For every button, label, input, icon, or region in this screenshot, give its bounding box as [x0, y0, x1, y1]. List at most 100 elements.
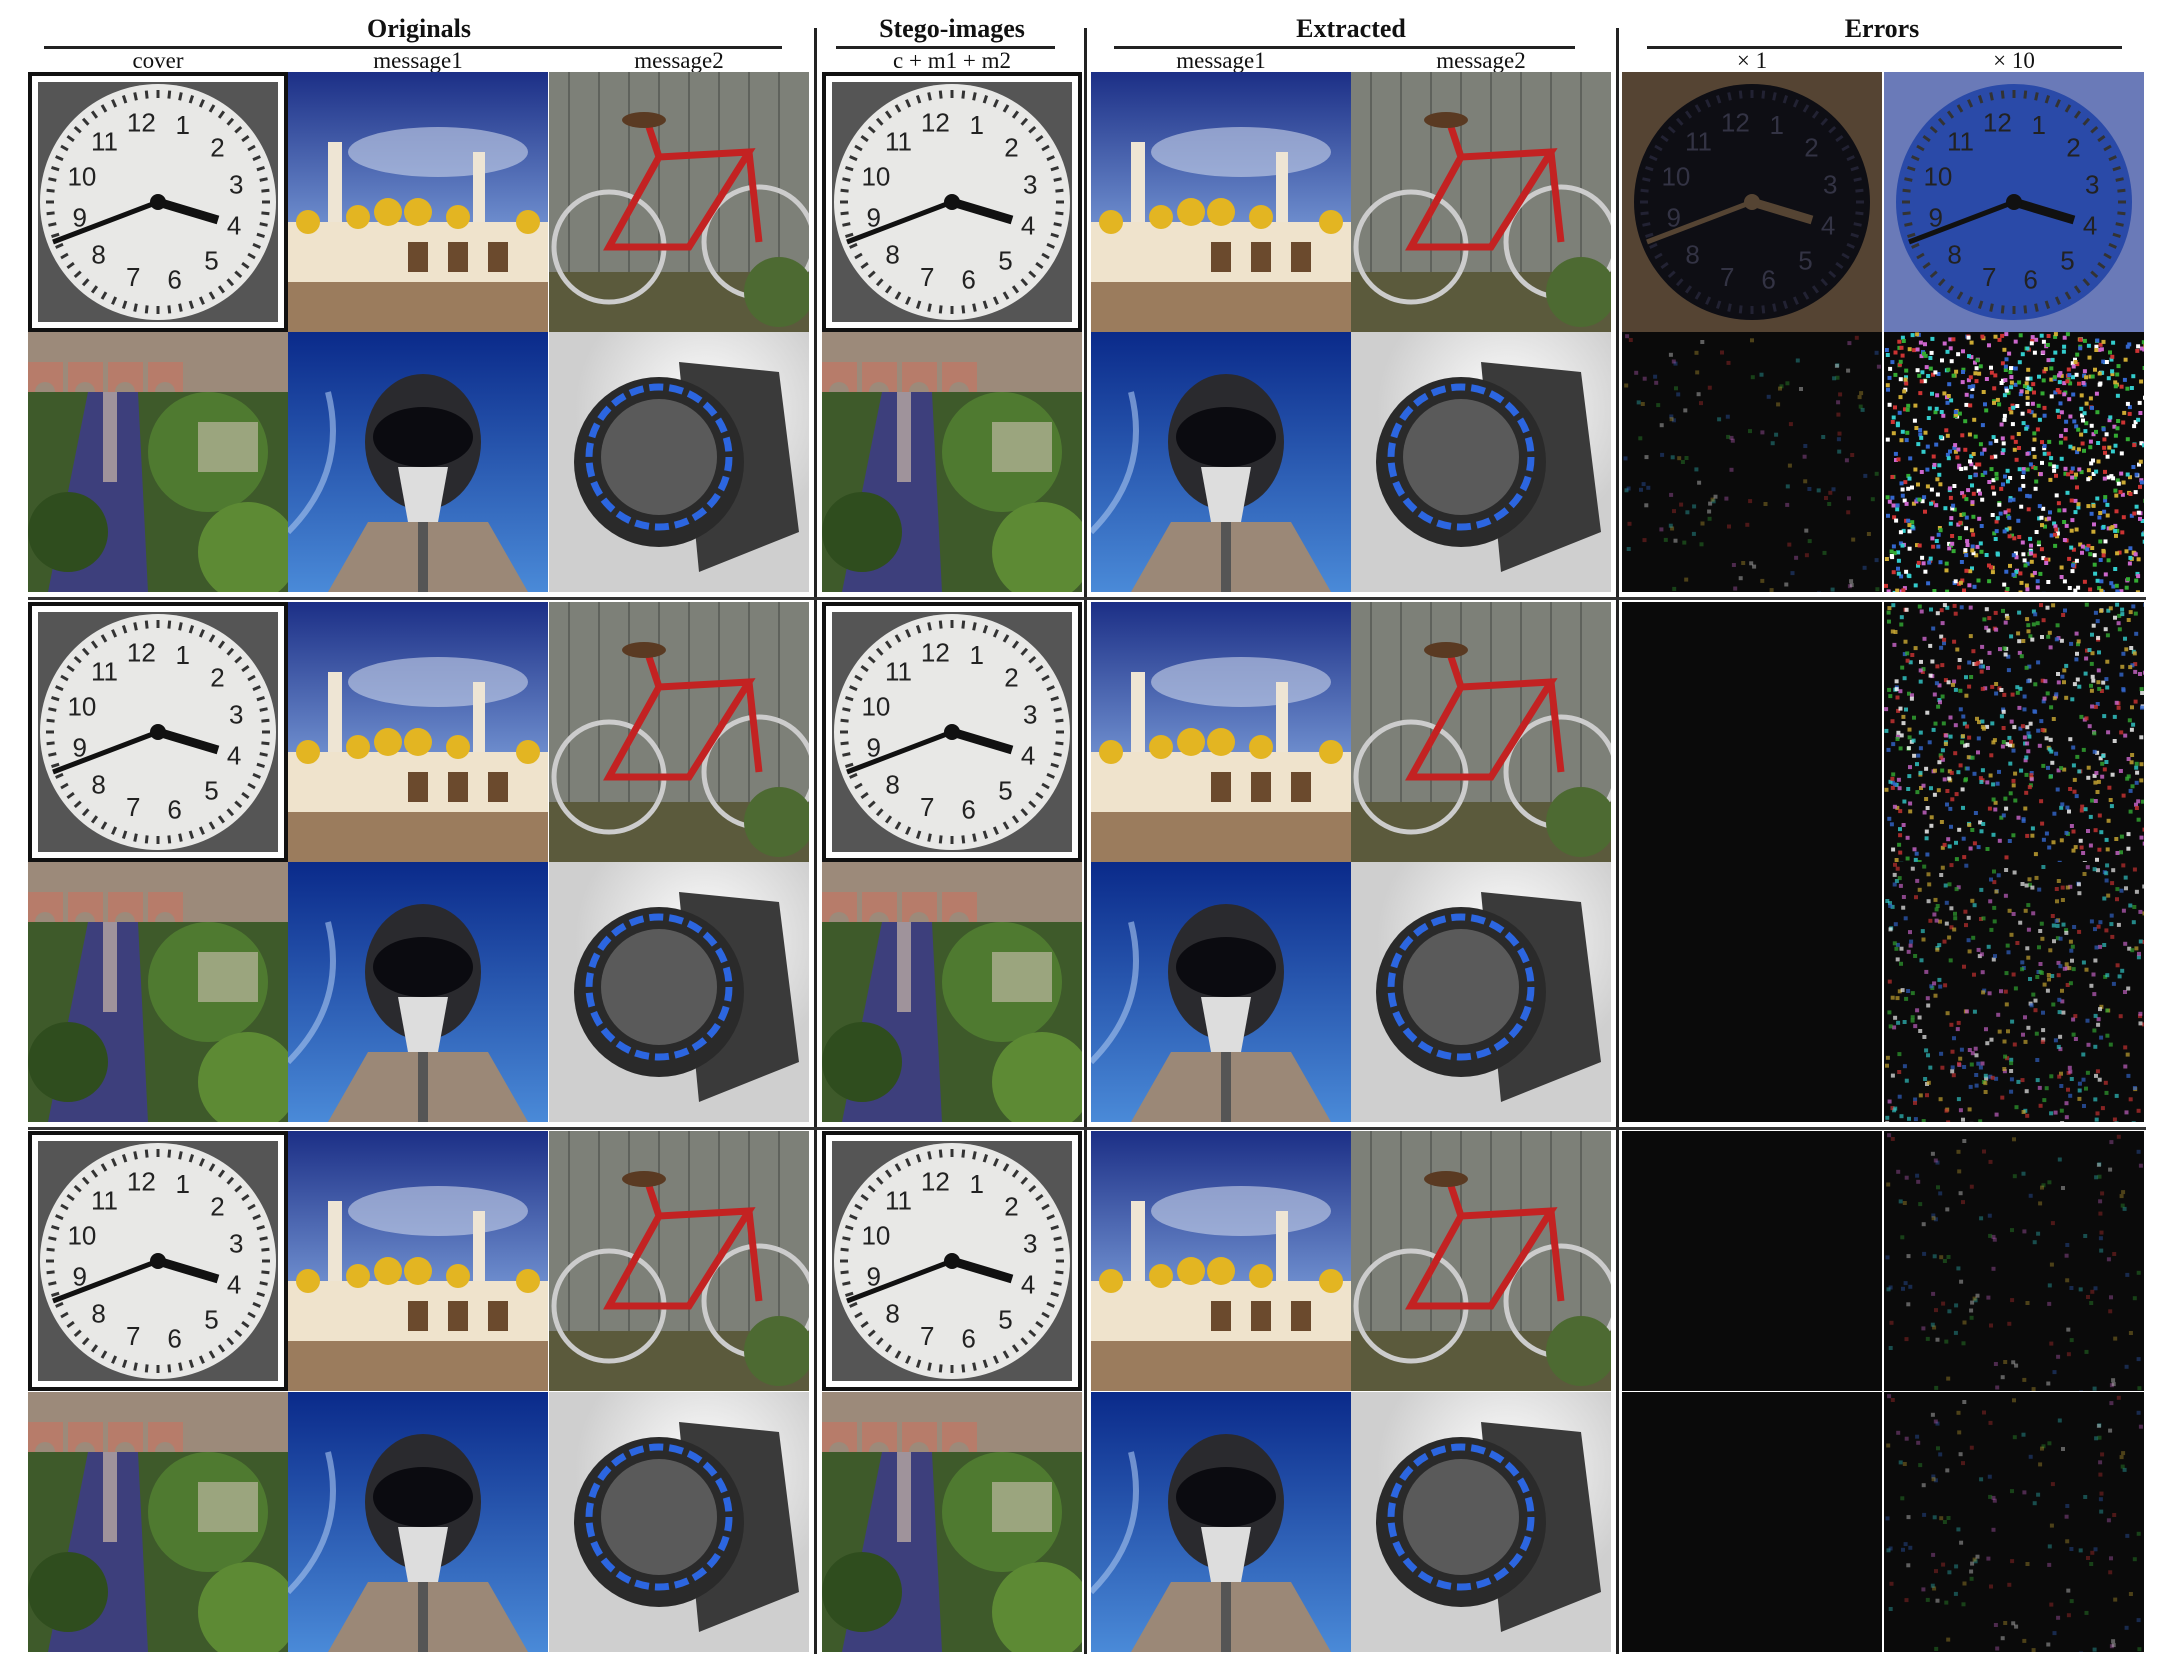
group-divider [1616, 28, 1619, 1654]
group-title-stego: Stego-images [879, 14, 1025, 43]
svg-text:2: 2 [2066, 132, 2080, 162]
col-label-stego: c + m1 + m2 [893, 48, 1011, 73]
svg-text:7: 7 [920, 792, 934, 822]
image-cover [28, 1392, 288, 1652]
svg-text:7: 7 [126, 1321, 140, 1351]
svg-text:7: 7 [920, 262, 934, 292]
image-error-x1 [1622, 602, 1882, 862]
svg-text:10: 10 [861, 161, 890, 191]
col-label-errors-x1: × 1 [1736, 48, 1768, 73]
svg-text:5: 5 [998, 245, 1012, 275]
svg-text:5: 5 [998, 1304, 1012, 1334]
svg-text:8: 8 [1685, 240, 1699, 270]
svg-text:5: 5 [204, 245, 218, 275]
group-title-originals: Originals [366, 14, 471, 43]
svg-text:7: 7 [1720, 262, 1734, 292]
svg-text:4: 4 [2083, 211, 2097, 241]
svg-text:6: 6 [167, 1323, 181, 1353]
image-extracted-message2 [1351, 602, 1611, 862]
svg-text:8: 8 [1947, 240, 1961, 270]
image-error-x10 [1884, 1131, 2144, 1391]
svg-text:1: 1 [969, 1169, 983, 1199]
svg-text:1: 1 [2031, 110, 2045, 140]
group-title-extracted: Extracted [1296, 14, 1406, 43]
svg-text:12: 12 [127, 1167, 156, 1197]
svg-text:4: 4 [1021, 211, 1035, 241]
svg-text:4: 4 [227, 211, 241, 241]
image-cover: 12 1 2 3 4 5 6 7 8 9 10 11 [28, 72, 288, 332]
svg-text:7: 7 [1982, 262, 1996, 292]
svg-text:5: 5 [1798, 245, 1812, 275]
svg-text:4: 4 [1021, 1270, 1035, 1300]
svg-text:1: 1 [1769, 110, 1783, 140]
svg-text:7: 7 [920, 1321, 934, 1351]
svg-text:11: 11 [885, 127, 912, 157]
svg-text:11: 11 [91, 1186, 118, 1216]
group-divider [814, 28, 817, 1654]
svg-text:10: 10 [861, 691, 890, 721]
col-label-extracted-message1: message1 [1176, 48, 1266, 73]
svg-text:3: 3 [229, 699, 243, 729]
svg-text:10: 10 [1661, 161, 1690, 191]
image-error-x10 [1884, 332, 2144, 592]
group-divider [1084, 28, 1087, 1654]
svg-text:6: 6 [961, 794, 975, 824]
image-extracted-message2 [1351, 332, 1611, 592]
svg-text:11: 11 [91, 127, 118, 157]
svg-text:4: 4 [1021, 741, 1035, 771]
svg-text:2: 2 [210, 662, 224, 692]
svg-text:4: 4 [227, 1270, 241, 1300]
image-error-x1 [1622, 332, 1882, 592]
svg-text:1: 1 [175, 1169, 189, 1199]
svg-text:11: 11 [885, 657, 912, 687]
svg-text:5: 5 [204, 1304, 218, 1334]
image-error-x1: 12 1 2 3 4 5 6 7 8 9 10 11 [1622, 72, 1882, 332]
svg-text:10: 10 [67, 1220, 96, 1250]
image-extracted-message1 [1091, 72, 1351, 332]
svg-text:3: 3 [2085, 169, 2099, 199]
svg-text:2: 2 [1004, 132, 1018, 162]
image-extracted-message1 [1091, 602, 1351, 862]
row-group-divider [28, 597, 2146, 600]
image-message1 [288, 862, 548, 1122]
svg-text:8: 8 [885, 770, 899, 800]
svg-text:3: 3 [1023, 699, 1037, 729]
image-stego: 12 1 2 3 4 5 6 7 8 9 10 11 [822, 1131, 1082, 1391]
image-message2 [549, 1131, 809, 1391]
image-extracted-message1 [1091, 332, 1351, 592]
svg-text:8: 8 [91, 240, 105, 270]
svg-text:6: 6 [2023, 264, 2037, 294]
image-message2 [549, 862, 809, 1122]
svg-text:2: 2 [1004, 1191, 1018, 1221]
svg-text:10: 10 [67, 691, 96, 721]
svg-text:1: 1 [175, 110, 189, 140]
row-group-divider [28, 1127, 2146, 1130]
image-error-x10: 12 1 2 3 4 5 6 7 8 9 10 11 [1884, 72, 2144, 332]
image-stego [822, 1392, 1082, 1652]
svg-text:1: 1 [969, 640, 983, 670]
image-message1 [288, 602, 548, 862]
group-title-errors: Errors [1844, 14, 1920, 43]
svg-text:1: 1 [175, 640, 189, 670]
image-error-x1 [1622, 1131, 1882, 1391]
svg-text:5: 5 [204, 775, 218, 805]
svg-text:11: 11 [1947, 127, 1974, 157]
svg-text:12: 12 [921, 1167, 950, 1197]
col-label-message2: message2 [634, 48, 724, 73]
svg-text:2: 2 [1004, 662, 1018, 692]
svg-text:12: 12 [1983, 108, 2012, 138]
image-stego: 12 1 2 3 4 5 6 7 8 9 10 11 [822, 602, 1082, 862]
image-message2 [549, 72, 809, 332]
svg-text:4: 4 [1821, 211, 1835, 241]
svg-text:6: 6 [961, 1323, 975, 1353]
svg-text:7: 7 [126, 792, 140, 822]
image-cover: 12 1 2 3 4 5 6 7 8 9 10 11 [28, 1131, 288, 1391]
svg-text:10: 10 [861, 1220, 890, 1250]
image-message1 [288, 1392, 548, 1652]
svg-text:6: 6 [167, 264, 181, 294]
image-cover [28, 332, 288, 592]
image-error-x1 [1622, 1392, 1882, 1652]
image-error-x10 [1884, 1392, 2144, 1652]
svg-text:12: 12 [127, 108, 156, 138]
svg-text:2: 2 [210, 132, 224, 162]
